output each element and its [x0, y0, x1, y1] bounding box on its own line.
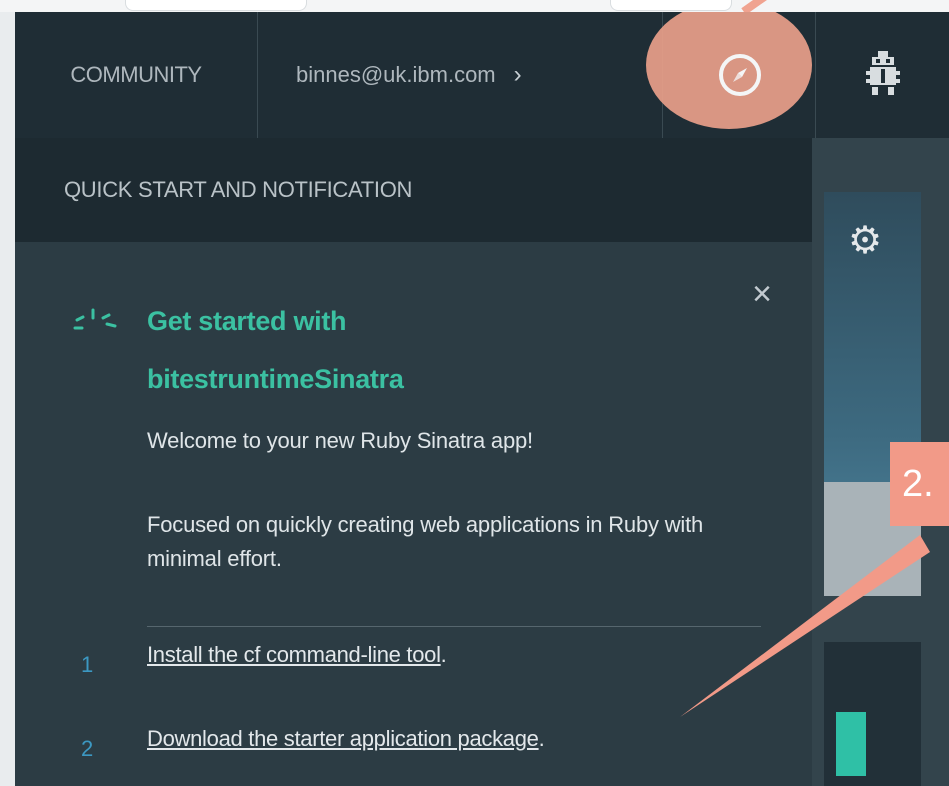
bug-report-button[interactable]	[816, 12, 949, 138]
app-tile	[824, 642, 921, 786]
annotation-callout-label: 2.	[890, 442, 949, 526]
step-item: 2 Download the starter application packa…	[15, 726, 812, 766]
step-suffix: .	[440, 642, 447, 667]
gear-icon[interactable]: ⚙	[848, 222, 882, 260]
user-account-menu[interactable]: binnes@uk.ibm.com ›	[258, 12, 663, 138]
compass-icon	[718, 54, 761, 96]
step-text: Download the starter application package…	[147, 726, 545, 752]
step-number: 2	[81, 736, 94, 761]
step-number: 1	[81, 652, 94, 677]
step-suffix: .	[538, 726, 545, 751]
quick-start-title: Get started with bitestruntimeSinatra	[147, 292, 727, 408]
app-name: bitestruntimeSinatra	[147, 364, 404, 394]
status-indicator	[836, 712, 866, 776]
browser-tab[interactable]	[610, 0, 732, 11]
title-line-1: Get started with	[147, 306, 347, 336]
browser-tab[interactable]	[125, 0, 307, 11]
framework-description: Focused on quickly creating web applicat…	[147, 512, 704, 571]
quick-start-panel: QUICK START AND NOTIFICATION × Get start…	[15, 138, 812, 786]
community-link[interactable]: COMMUNITY	[15, 12, 258, 138]
step-text: Install the cf command-line tool.	[147, 642, 447, 668]
user-email: binnes@uk.ibm.com	[296, 62, 496, 87]
top-navigation-bar: COMMUNITY binnes@uk.ibm.com ›	[15, 12, 949, 138]
browser-top-strip	[0, 0, 949, 15]
bug-icon	[865, 51, 900, 95]
download-starter-package-link[interactable]: Download the starter application package	[147, 726, 539, 751]
quick-start-button[interactable]	[664, 12, 816, 138]
chevron-right-icon: ›	[513, 61, 522, 88]
bluemix-app: COMMUNITY binnes@uk.ibm.com › ⚙ QUICK ST…	[15, 12, 949, 786]
loading-spinner-icon	[73, 308, 117, 330]
close-button[interactable]: ×	[742, 274, 782, 314]
panel-header: QUICK START AND NOTIFICATION	[15, 138, 812, 242]
divider	[147, 626, 761, 627]
welcome-message: Welcome to your new Ruby Sinatra app!	[147, 428, 533, 453]
install-cf-tool-link[interactable]: Install the cf command-line tool	[147, 642, 441, 667]
panel-header-label: QUICK START AND NOTIFICATION	[64, 177, 413, 202]
community-label: COMMUNITY	[70, 62, 202, 87]
step-item: 1 Install the cf command-line tool.	[15, 642, 812, 682]
